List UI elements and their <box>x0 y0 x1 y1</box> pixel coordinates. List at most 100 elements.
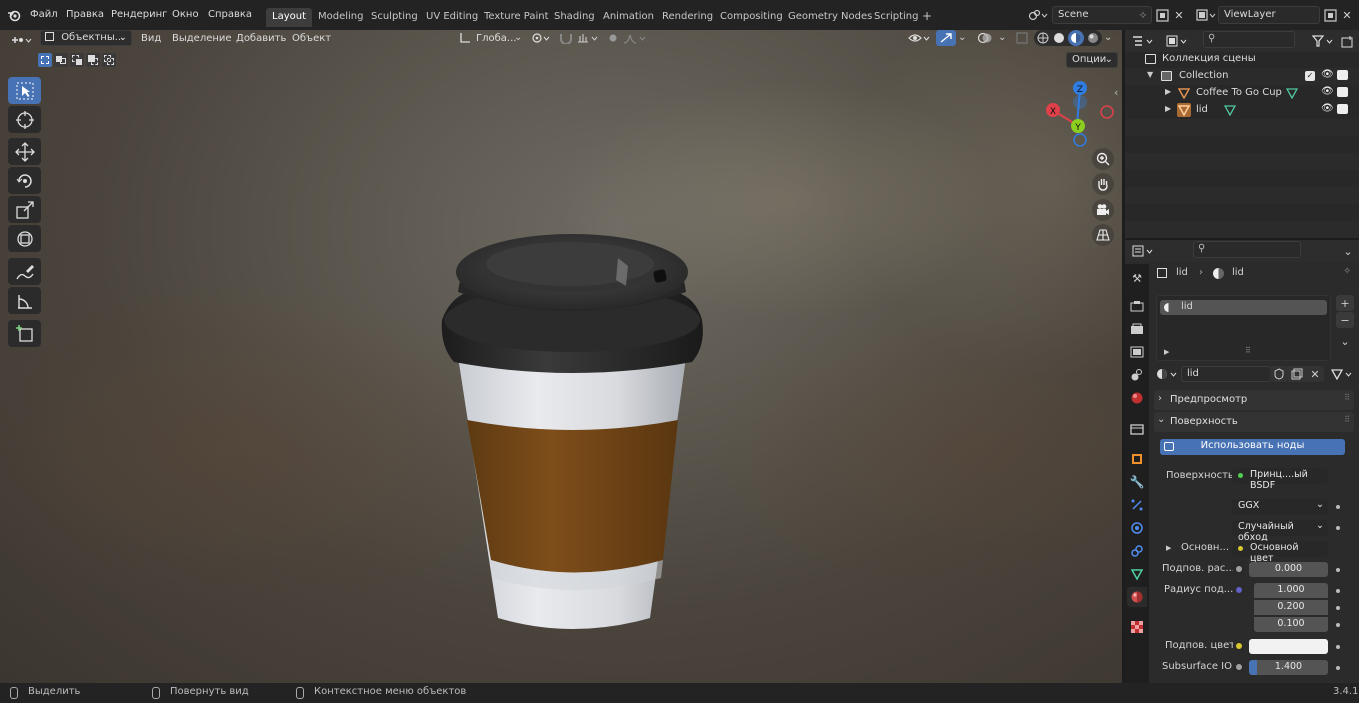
camera-view-icon[interactable] <box>1092 199 1114 221</box>
keyframe-dot-icon[interactable] <box>1336 666 1340 670</box>
color-socket-icon[interactable] <box>1233 639 1245 653</box>
data-tab-icon[interactable] <box>1127 564 1147 584</box>
annotate-tool[interactable] <box>8 258 41 285</box>
snap-icon[interactable] <box>558 31 574 45</box>
tool-tab-icon[interactable]: ⚒ <box>1127 268 1147 288</box>
navigation-gizmo[interactable]: Z X Y <box>1040 78 1120 148</box>
new-collection-icon[interactable] <box>1339 33 1355 49</box>
editor-type-icon[interactable] <box>8 32 34 48</box>
new-view-layer-icon[interactable] <box>1322 7 1338 23</box>
subsurface-method-dropdown[interactable]: Случайный обход ⌄ <box>1232 520 1328 543</box>
chevron-down-icon[interactable]: ⌄ <box>1341 243 1355 259</box>
camera-render-icon[interactable] <box>1337 87 1348 97</box>
zoom-icon[interactable] <box>1092 148 1114 170</box>
resize-grip-icon[interactable]: ⠿ <box>1245 346 1251 355</box>
physics-tab-icon[interactable] <box>1127 518 1147 538</box>
keyframe-dot-icon[interactable] <box>1336 589 1340 593</box>
expand-arrow-icon[interactable]: ▼ <box>1147 70 1153 79</box>
new-scene-icon[interactable] <box>1154 7 1170 23</box>
preview-panel-header[interactable]: › Предпросмотр ⠿ <box>1154 390 1354 410</box>
expand-arrow-icon[interactable]: ▶ <box>1165 104 1171 113</box>
fake-user-shield-icon[interactable] <box>1270 366 1288 382</box>
keyframe-dot-icon[interactable] <box>1336 606 1340 610</box>
tab-sculpting[interactable]: Sculpting <box>365 8 424 27</box>
snap-target-icon[interactable] <box>576 31 600 45</box>
material-name-field[interactable]: lid <box>1181 366 1271 382</box>
subsurface-radius-y[interactable]: 0.200 <box>1254 600 1328 615</box>
rotate-tool[interactable] <box>8 167 41 194</box>
transform-orientation-dropdown[interactable]: Глоба... <box>476 33 516 44</box>
tab-shading[interactable]: Shading <box>548 8 601 27</box>
coffee-cup-model[interactable] <box>430 200 720 630</box>
move-tool[interactable] <box>8 138 41 165</box>
mesh-data-icon[interactable] <box>1223 104 1237 117</box>
keyframe-dot-icon[interactable] <box>1336 568 1340 572</box>
tab-rendering[interactable]: Rendering <box>656 8 719 27</box>
camera-render-icon[interactable] <box>1337 104 1348 114</box>
material-tab-icon[interactable] <box>1127 587 1147 607</box>
add-workspace-button[interactable]: + <box>916 6 938 25</box>
add-slot-button[interactable]: + <box>1336 295 1354 311</box>
tab-modeling[interactable]: Modeling <box>312 8 370 27</box>
pivot-point-icon[interactable] <box>530 31 552 45</box>
collection-tab-icon[interactable] <box>1127 419 1147 439</box>
xray-icon[interactable] <box>1015 31 1029 45</box>
menu-object[interactable]: Объект <box>292 33 331 44</box>
solid-shading-icon[interactable] <box>1052 31 1066 45</box>
keyframe-dot-icon[interactable] <box>1336 623 1340 627</box>
chevron-down-icon[interactable]: ⌄ <box>958 32 966 43</box>
subsurface-radius-z[interactable]: 0.100 <box>1254 617 1328 632</box>
editor-type-icon[interactable] <box>1131 33 1155 49</box>
unlink-material-icon[interactable]: ✕ <box>1306 366 1324 382</box>
keyframe-dot-icon[interactable] <box>1336 526 1340 530</box>
menu-window[interactable]: Окно <box>172 9 199 20</box>
menu-add[interactable]: Добавить <box>236 33 286 44</box>
camera-render-icon[interactable] <box>1337 70 1348 80</box>
outliner-object-lid[interactable]: ▶ lid 👁 <box>1125 102 1359 119</box>
keyframe-dot-icon[interactable] <box>1336 505 1340 509</box>
expand-arrow-icon[interactable]: ▶ <box>1165 87 1171 96</box>
menu-help[interactable]: Справка <box>208 9 252 20</box>
proportional-edit-icon[interactable] <box>606 31 620 45</box>
3d-viewport[interactable]: Объектны... ⌄ Вид Выделение Добавить Объ… <box>0 30 1122 683</box>
options-dropdown[interactable]: Опции ⌄ <box>1066 52 1118 68</box>
base-color-dropdown[interactable]: Основной цвет <box>1232 541 1328 564</box>
chevron-down-icon[interactable]: ⌄ <box>1336 333 1354 349</box>
pin-icon[interactable]: ✧ <box>1343 266 1351 277</box>
eye-icon[interactable]: 👁 <box>1321 103 1334 114</box>
menu-file[interactable]: Файл <box>30 9 58 20</box>
modifier-tab-icon[interactable]: 🔧 <box>1127 472 1147 492</box>
tab-compositing[interactable]: Compositing <box>714 8 789 27</box>
surface-shader-dropdown[interactable]: Принц....ый BSDF <box>1232 468 1328 491</box>
value-socket-icon[interactable] <box>1233 660 1245 674</box>
particles-tab-icon[interactable] <box>1127 495 1147 515</box>
menu-select[interactable]: Выделение <box>172 33 232 44</box>
subsurface-field[interactable]: 0.000 <box>1249 562 1328 577</box>
outliner-collection[interactable]: ▼ Collection ✓ 👁 <box>1125 68 1359 85</box>
blender-logo-icon[interactable] <box>6 7 22 23</box>
pan-hand-icon[interactable] <box>1092 173 1114 195</box>
select-extend-icon[interactable] <box>54 53 68 67</box>
scene-selector-icon[interactable] <box>1026 7 1050 23</box>
measure-tool[interactable] <box>8 287 41 314</box>
tab-layout[interactable]: Layout <box>266 8 312 27</box>
tab-texture-paint[interactable]: Texture Paint <box>478 8 555 27</box>
properties-search-input[interactable]: ⚲ <box>1193 241 1301 258</box>
distribution-dropdown[interactable]: GGX ⌄ <box>1232 499 1328 515</box>
rendered-shading-icon[interactable] <box>1086 31 1100 45</box>
subsurface-ior-field[interactable]: 1.400 <box>1249 660 1328 675</box>
vector-socket-icon[interactable] <box>1233 583 1245 597</box>
value-socket-icon[interactable] <box>1233 562 1245 576</box>
scale-tool[interactable] <box>8 196 41 223</box>
display-mode-icon[interactable] <box>1165 33 1189 49</box>
view-layer-icon[interactable] <box>1194 7 1218 23</box>
outliner-object-cup[interactable]: ▶ Coffee To Go Cup 👁 <box>1125 85 1359 102</box>
visibility-icon[interactable] <box>907 31 933 45</box>
eye-icon[interactable]: 👁 <box>1321 86 1334 97</box>
menu-edit[interactable]: Правка <box>66 9 104 20</box>
subsurface-radius-x[interactable]: 1.000 <box>1254 583 1328 598</box>
menu-render[interactable]: Рендеринг <box>111 9 167 20</box>
keyframe-dot-icon[interactable] <box>1336 645 1340 649</box>
drag-handle-icon[interactable]: ⠿ <box>1344 393 1350 402</box>
scene-tab-icon[interactable] <box>1127 365 1147 385</box>
